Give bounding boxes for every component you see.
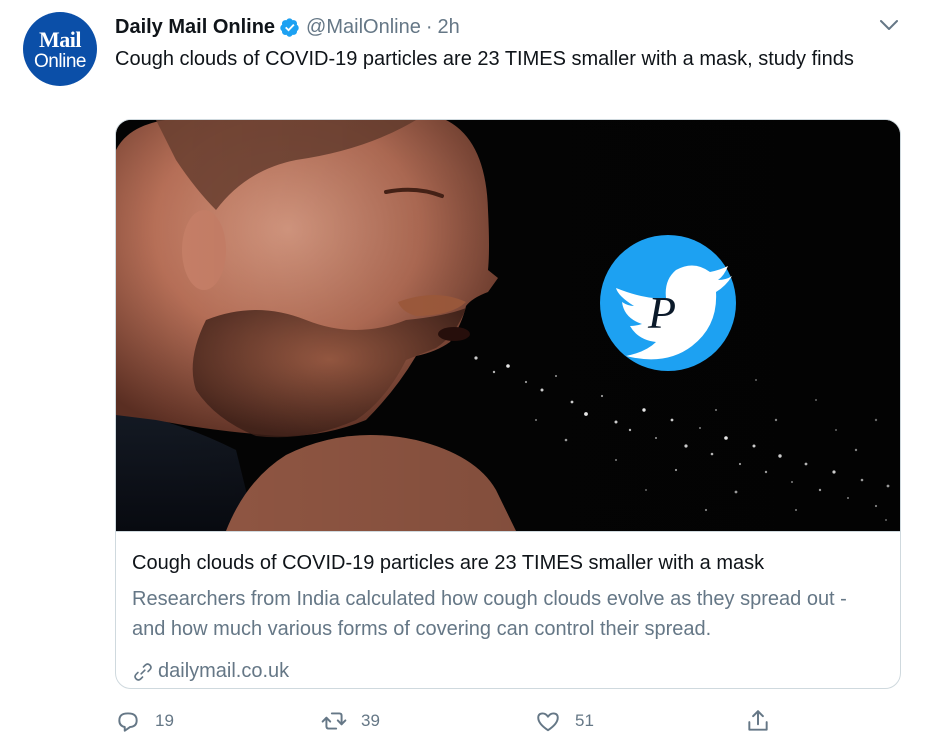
like-icon (537, 712, 559, 732)
separator-dot: · (425, 15, 433, 38)
avatar[interactable]: Mail Online (23, 12, 97, 86)
card-title: Cough clouds of COVID-19 particles are 2… (132, 552, 765, 574)
card-photo-cougher: P (116, 120, 900, 531)
link-icon (134, 662, 152, 681)
retweet-count: 39 (361, 711, 380, 730)
share-button[interactable] (745, 705, 785, 737)
avatar-text-online: Online (34, 51, 86, 72)
chevron-down-icon[interactable] (876, 14, 902, 36)
avatar-text-mail: Mail (39, 27, 82, 52)
retweet-button[interactable]: 39 (321, 705, 380, 737)
card-domain-text: dailymail.co.uk (158, 660, 290, 682)
reply-icon (118, 712, 138, 732)
card-image[interactable]: P (116, 120, 900, 531)
timestamp[interactable]: 2h (438, 16, 460, 39)
watermark-letter: P (647, 287, 676, 338)
tweet[interactable]: Mail Online Daily Mail Online @MailOnlin… (0, 0, 933, 753)
card-description: Researchers from India calculated how co… (132, 588, 847, 640)
card-domain: dailymail.co.uk (132, 660, 289, 683)
reply-count: 19 (155, 711, 174, 730)
reply-button[interactable]: 19 (115, 705, 174, 737)
card-body[interactable]: Cough clouds of COVID-19 particles are 2… (116, 531, 900, 688)
like-button[interactable]: 51 (535, 705, 594, 737)
user-handle[interactable]: @MailOnline (306, 16, 421, 39)
tweet-header: Daily Mail Online @MailOnline · 2h (115, 12, 460, 42)
share-icon (748, 710, 768, 731)
tweet-actions: 19 39 51 (115, 705, 815, 737)
link-card[interactable]: P Cough clouds of COVID-19 particles are… (115, 119, 901, 689)
twitter-bird-icon: P (600, 235, 736, 371)
tweet-text: Cough clouds of COVID-19 particles are 2… (115, 48, 854, 70)
like-count: 51 (575, 711, 594, 730)
retweet-icon (321, 712, 347, 730)
verified-badge-icon (280, 17, 299, 37)
display-name[interactable]: Daily Mail Online (115, 16, 275, 39)
